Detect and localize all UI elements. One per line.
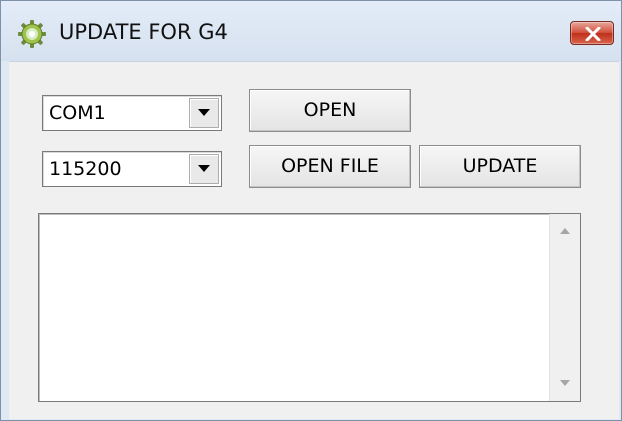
baud-rate-dropdown-button[interactable] (189, 154, 219, 184)
log-textarea[interactable] (38, 213, 581, 402)
window-title: UPDATE FOR G4 (59, 20, 228, 44)
com-port-select[interactable]: COM1 (42, 95, 222, 131)
client-area: COM1 OPEN 115200 OPEN FILE UPDATE (9, 61, 619, 419)
close-button[interactable] (570, 21, 614, 45)
com-port-value: COM1 (49, 102, 106, 124)
update-button[interactable]: UPDATE (419, 145, 581, 188)
chevron-down-icon (198, 109, 210, 116)
baud-rate-select[interactable]: 115200 (42, 151, 222, 187)
close-icon (585, 27, 601, 41)
com-port-dropdown-button[interactable] (189, 98, 219, 128)
open-file-button[interactable]: OPEN FILE (249, 145, 411, 188)
baud-rate-value: 115200 (49, 158, 122, 180)
scroll-up-arrow-icon[interactable] (560, 228, 570, 234)
gear-icon (17, 19, 47, 49)
open-button[interactable]: OPEN (249, 89, 411, 132)
vertical-scrollbar[interactable] (549, 214, 580, 401)
scroll-down-arrow-icon[interactable] (560, 380, 570, 386)
chevron-down-icon (198, 165, 210, 172)
app-window: UPDATE FOR G4 COM1 OPEN 115200 OPEN FILE… (0, 0, 622, 421)
title-bar[interactable]: UPDATE FOR G4 (1, 1, 621, 61)
